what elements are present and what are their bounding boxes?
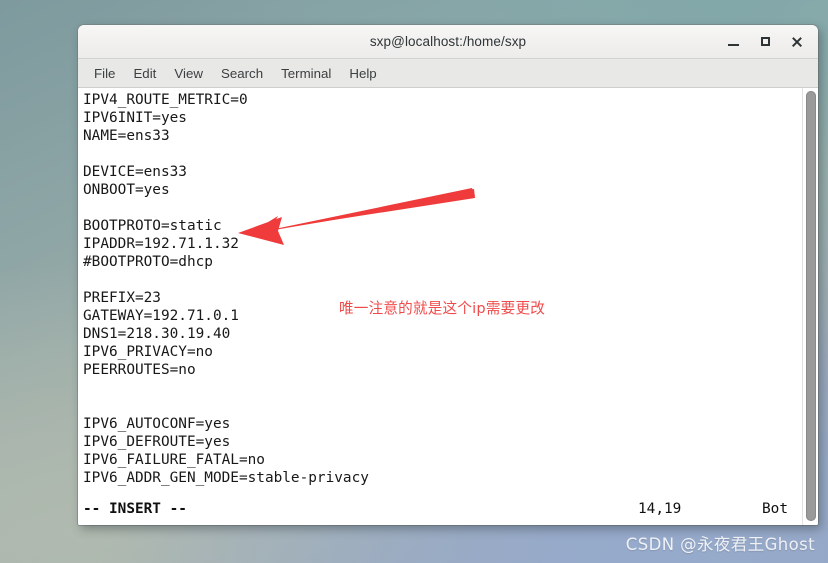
menu-item-search[interactable]: Search [212,63,272,84]
maximize-icon [760,37,770,46]
minimize-button[interactable] [718,29,748,55]
vim-scroll-indicator: Bot [762,501,788,517]
menu-item-file[interactable]: File [85,63,124,84]
menubar: File Edit View Search Terminal Help [78,59,818,88]
minimize-icon [727,44,739,46]
menu-item-edit[interactable]: Edit [124,63,165,84]
menu-item-terminal[interactable]: Terminal [272,63,340,84]
menu-item-view[interactable]: View [165,63,212,84]
close-icon [791,36,803,48]
close-button[interactable] [782,29,812,55]
menu-item-help[interactable]: Help [340,63,385,84]
vim-buffer-text: IPV4_ROUTE_METRIC=0 IPV6INIT=yes NAME=en… [83,92,369,486]
terminal-window: sxp@localhost:/home/sxp File Edit View S… [78,25,818,525]
vim-status-line: -- INSERT -- 14,19 Bot [78,499,802,519]
terminal-body: IPV4_ROUTE_METRIC=0 IPV6INIT=yes NAME=en… [78,88,818,525]
window-title: sxp@localhost:/home/sxp [369,34,527,49]
csdn-watermark: CSDN @永夜君王Ghost [625,535,815,554]
vim-cursor-position: 14,19 [638,501,682,517]
maximize-button[interactable] [750,29,780,55]
window-controls [718,25,812,58]
terminal-screen[interactable]: IPV4_ROUTE_METRIC=0 IPV6INIT=yes NAME=en… [78,88,802,525]
vim-mode-indicator: -- INSERT -- [83,501,187,517]
window-titlebar[interactable]: sxp@localhost:/home/sxp [78,25,818,59]
terminal-scrollbar[interactable] [802,88,818,525]
scrollbar-thumb[interactable] [806,91,816,521]
